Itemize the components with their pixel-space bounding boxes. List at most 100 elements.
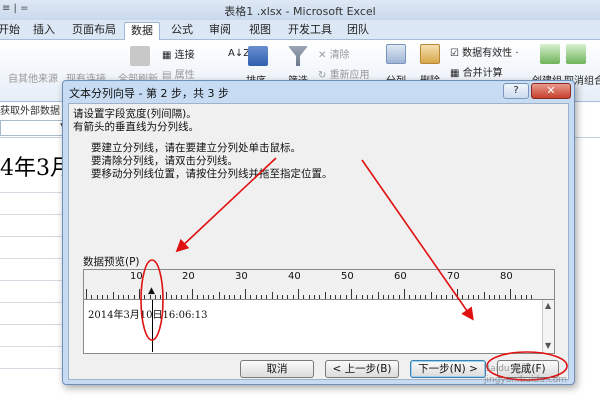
properties-button[interactable]: ▤ 属性 <box>162 66 195 81</box>
ruler-tick <box>462 295 464 299</box>
ruler-tick <box>483 292 485 299</box>
sort-az-button[interactable]: A↓Z <box>228 48 250 59</box>
ruler-tick <box>382 295 384 299</box>
ruler-tick <box>197 295 199 299</box>
ruler-tick <box>245 289 246 299</box>
name-box[interactable]: ▼ <box>0 120 70 136</box>
ungroup-icon[interactable] <box>566 44 586 64</box>
tab-data[interactable]: 数据 <box>124 22 160 40</box>
ribbon-tabs: 开始 插入 页面布局 数据 公式 审阅 视图 开发工具 团队 <box>0 20 600 40</box>
ruler-tick <box>112 292 114 299</box>
preview-scrollbar[interactable]: ▲ ▼ <box>542 300 554 353</box>
from-other-sources-button[interactable]: 自其他来源 <box>8 70 58 85</box>
ruler-tick <box>218 292 220 299</box>
ruler-tick <box>531 295 533 299</box>
ruler-tick <box>457 289 458 299</box>
ruler-tick <box>398 295 400 299</box>
ruler-tick <box>425 295 427 299</box>
cancel-button[interactable]: 取消 <box>240 360 314 378</box>
ruler-tick <box>192 289 193 299</box>
tab-team[interactable]: 团队 <box>342 22 374 40</box>
ruler-tick <box>292 295 294 299</box>
ruler-tick <box>123 295 125 299</box>
tab-review[interactable]: 审阅 <box>204 22 236 40</box>
ruler-tick <box>266 295 268 299</box>
consolidate-label: 合并计算 <box>462 68 503 79</box>
ruler-tick <box>250 295 252 299</box>
ruler-tick <box>149 295 151 299</box>
ruler-tick <box>170 295 172 299</box>
ruler-tick <box>319 295 321 299</box>
clear-button[interactable]: ✕ 清除 <box>318 46 350 61</box>
window-title: 表格1 .xlsx - Microsoft Excel <box>224 5 376 18</box>
text-to-columns-icon[interactable] <box>386 44 406 64</box>
ruler-label: 70 <box>447 271 460 282</box>
connections-label: 连接 <box>174 50 195 61</box>
ruler-tick <box>324 292 326 299</box>
scroll-down-icon[interactable]: ▼ <box>545 341 551 350</box>
connections-button[interactable]: ▦ 连接 <box>162 46 195 61</box>
ruler-tick <box>356 295 358 299</box>
ruler-tick <box>229 295 231 299</box>
watermark: Baidu 经验 jingyan.baidu.com <box>484 364 567 386</box>
data-preview[interactable]: 10 20 30 40 50 60 70 80 ▲ 2014年3月10日16:0… <box>83 269 555 354</box>
data-validation-label: 数据有效性 · <box>462 48 519 59</box>
ruler-tick <box>340 295 342 299</box>
sort-az-icon: A↓Z <box>228 48 251 59</box>
consolidate-button[interactable]: ▦ 合并计算 <box>450 64 503 79</box>
ruler-tick <box>335 295 337 299</box>
ruler-tick <box>282 295 284 299</box>
tab-view[interactable]: 视图 <box>244 22 276 40</box>
grid-line <box>0 214 70 215</box>
tab-insert[interactable]: 插入 <box>28 22 60 40</box>
tab-page-layout[interactable]: 页面布局 <box>70 22 118 40</box>
ruler-label: 60 <box>394 271 407 282</box>
scroll-up-icon[interactable]: ▲ <box>545 301 551 310</box>
ruler-label: 10 <box>130 271 143 282</box>
refresh-icon[interactable] <box>130 46 150 66</box>
ruler-tick <box>441 295 443 299</box>
ruler-tick <box>160 295 162 299</box>
ruler-tick <box>525 295 527 299</box>
ruler-tick <box>186 295 188 299</box>
ruler-tick <box>488 295 490 299</box>
preview-data-row: 2014年3月10日16:06:13 <box>88 310 208 321</box>
ruler-tick <box>139 289 140 299</box>
tab-developer[interactable]: 开发工具 <box>284 22 336 40</box>
grid-line <box>0 324 70 325</box>
tab-home[interactable]: 开始 <box>0 22 20 40</box>
clear-label: 清除 <box>329 50 350 61</box>
remove-duplicates-icon[interactable] <box>420 44 440 64</box>
step-line: 要移动分列线位置，请按住分列线并拖至指定位置。 <box>91 168 333 180</box>
dialog-body: 请设置字段宽度(列间隔)。 有箭头的垂直线为分列线。 要建立分列线，请在要建立分… <box>68 103 569 380</box>
ruler-tick <box>499 295 501 299</box>
ruler-tick <box>202 295 204 299</box>
ruler-tick <box>133 295 135 299</box>
back-button[interactable]: < 上一步(B) <box>325 360 399 378</box>
ruler-tick <box>276 295 278 299</box>
column-ruler[interactable]: 10 20 30 40 50 60 70 80 ▲ <box>84 270 554 300</box>
consolidate-icon: ▦ <box>450 68 463 79</box>
ruler-tick <box>181 295 183 299</box>
ruler-tick <box>308 295 310 299</box>
sort-icon[interactable] <box>248 46 268 66</box>
ruler-tick <box>361 295 363 299</box>
ruler-tick <box>377 292 379 299</box>
close-button[interactable]: ✕ <box>531 83 571 99</box>
help-button[interactable]: ? <box>503 83 529 99</box>
reapply-button[interactable]: ↻ 重新应用 <box>318 66 370 81</box>
ruler-tick <box>446 295 448 299</box>
ruler-tick <box>414 295 416 299</box>
column-break-line[interactable] <box>152 300 153 352</box>
next-button[interactable]: 下一步(N) > <box>410 360 486 378</box>
ruler-tick <box>223 295 225 299</box>
filter-icon[interactable] <box>288 46 308 66</box>
group-icon[interactable] <box>540 44 560 64</box>
title-bar: ≡ | = 表格1 .xlsx - Microsoft Excel <box>0 0 600 20</box>
tab-formulas[interactable]: 公式 <box>166 22 198 40</box>
group-label-external-data: 获取外部数据 <box>0 106 60 117</box>
ruler-tick <box>313 295 315 299</box>
data-validation-button[interactable]: ☑ 数据有效性 · <box>450 44 519 59</box>
ruler-tick <box>409 295 411 299</box>
ruler-tick <box>101 295 103 299</box>
